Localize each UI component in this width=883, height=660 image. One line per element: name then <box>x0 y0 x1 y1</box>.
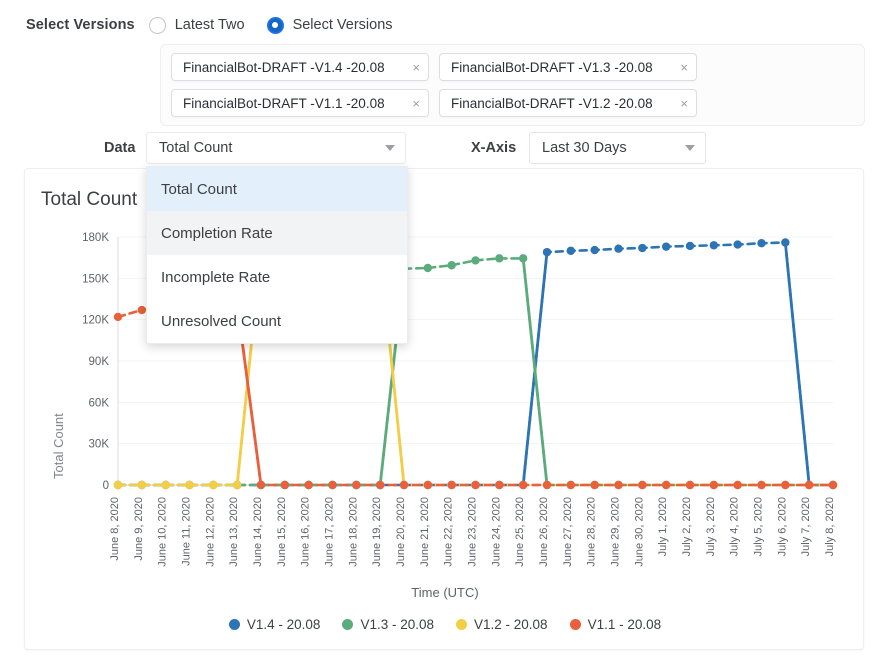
svg-text:July 8, 2020: July 8, 2020 <box>824 497 836 556</box>
chevron-down-icon[interactable] <box>685 145 695 151</box>
svg-text:July 2, 2020: July 2, 2020 <box>681 497 693 556</box>
close-icon[interactable]: × <box>412 96 420 111</box>
svg-text:120K: 120K <box>82 315 109 327</box>
svg-text:June 23, 2020: June 23, 2020 <box>467 497 479 567</box>
svg-text:June 24, 2020: June 24, 2020 <box>490 497 502 567</box>
xaxis-select-value: Last 30 Days <box>542 140 627 156</box>
svg-text:June 13, 2020: June 13, 2020 <box>228 497 240 567</box>
legend-label: V1.4 - 20.08 <box>246 617 321 632</box>
svg-text:June 9, 2020: June 9, 2020 <box>133 497 145 561</box>
svg-text:July 5, 2020: July 5, 2020 <box>753 497 765 556</box>
svg-text:June 17, 2020: June 17, 2020 <box>324 497 336 567</box>
close-icon[interactable]: × <box>680 60 688 75</box>
dropdown-item-label: Incomplete Rate <box>161 268 271 286</box>
version-chip[interactable]: FinancialBot-DRAFT -V1.3 -20.08 × <box>439 53 697 81</box>
radio-label-latest-two: Latest Two <box>174 17 245 33</box>
version-selector-label: Select Versions <box>26 17 135 33</box>
svg-text:June 16, 2020: June 16, 2020 <box>300 497 312 567</box>
svg-text:June 25, 2020: June 25, 2020 <box>514 497 526 567</box>
svg-text:June 21, 2020: June 21, 2020 <box>419 497 431 567</box>
svg-text:June 26, 2020: June 26, 2020 <box>538 497 550 567</box>
svg-text:July 7, 2020: July 7, 2020 <box>800 497 812 556</box>
svg-text:June 19, 2020: June 19, 2020 <box>371 497 383 567</box>
data-select-dropdown[interactable]: Total Count Completion Rate Incomplete R… <box>146 166 408 344</box>
svg-text:June 29, 2020: June 29, 2020 <box>610 497 622 567</box>
version-chip-label: FinancialBot-DRAFT -V1.3 -20.08 <box>451 59 653 75</box>
svg-text:June 10, 2020: June 10, 2020 <box>157 497 169 567</box>
version-chip-label: FinancialBot-DRAFT -V1.1 -20.08 <box>183 95 385 111</box>
close-icon[interactable]: × <box>412 60 420 75</box>
dropdown-item-completion-rate[interactable]: Completion Rate <box>147 211 407 255</box>
svg-text:30K: 30K <box>89 439 110 451</box>
selected-versions-panel: FinancialBot-DRAFT -V1.4 -20.08 × Financ… <box>160 44 865 126</box>
svg-text:June 11, 2020: June 11, 2020 <box>181 497 193 566</box>
radio-icon-select-versions[interactable] <box>266 16 284 34</box>
svg-text:June 27, 2020: June 27, 2020 <box>562 497 574 567</box>
radio-option-latest-two[interactable]: Latest Two <box>148 16 245 34</box>
version-chip-label: FinancialBot-DRAFT -V1.2 -20.08 <box>451 95 653 111</box>
data-select-value: Total Count <box>159 140 233 156</box>
version-chip[interactable]: FinancialBot-DRAFT -V1.4 -20.08 × <box>171 53 429 81</box>
svg-text:June 14, 2020: June 14, 2020 <box>252 497 264 567</box>
legend-item-v14[interactable]: V1.4 - 20.08 <box>228 617 321 632</box>
data-select-label: Data <box>104 140 136 156</box>
y-axis-title: Total Count <box>51 413 66 479</box>
svg-text:June 15, 2020: June 15, 2020 <box>276 497 288 567</box>
svg-text:June 28, 2020: June 28, 2020 <box>586 497 598 567</box>
version-chip[interactable]: FinancialBot-DRAFT -V1.2 -20.08 × <box>439 89 697 117</box>
version-radio-group: Latest Two Select Versions <box>148 16 415 34</box>
radio-label-select-versions: Select Versions <box>292 17 393 33</box>
legend-item-v11[interactable]: V1.1 - 20.08 <box>569 617 662 632</box>
svg-text:July 4, 2020: July 4, 2020 <box>729 497 741 556</box>
svg-text:July 1, 2020: July 1, 2020 <box>657 497 669 556</box>
svg-text:180K: 180K <box>82 232 109 244</box>
version-chip-label: FinancialBot-DRAFT -V1.4 -20.08 <box>183 59 385 75</box>
chart-controls-row: Data Total Count X-Axis Last 30 Days <box>0 130 883 170</box>
chart-legend: V1.4 - 20.08 V1.3 - 20.08 V1.2 - 20.08 V… <box>25 617 863 632</box>
legend-color-dot <box>569 619 581 630</box>
svg-text:June 18, 2020: June 18, 2020 <box>347 497 359 567</box>
svg-text:June 30, 2020: June 30, 2020 <box>633 497 645 567</box>
svg-text:June 12, 2020: June 12, 2020 <box>204 497 216 567</box>
radio-option-select-versions[interactable]: Select Versions <box>266 16 393 34</box>
legend-label: V1.3 - 20.08 <box>360 617 434 632</box>
legend-label: V1.1 - 20.08 <box>587 617 662 632</box>
svg-text:June 20, 2020: June 20, 2020 <box>395 497 407 567</box>
svg-text:0: 0 <box>103 480 109 492</box>
legend-item-v13[interactable]: V1.3 - 20.08 <box>342 617 434 632</box>
legend-color-dot <box>342 619 354 630</box>
legend-item-v12[interactable]: V1.2 - 20.08 <box>456 617 548 632</box>
svg-text:90K: 90K <box>89 356 110 368</box>
svg-text:60K: 60K <box>89 397 110 409</box>
xaxis-select[interactable]: Last 30 Days <box>529 132 706 164</box>
svg-text:150K: 150K <box>82 273 109 285</box>
data-select[interactable]: Total Count <box>146 132 406 164</box>
dropdown-item-incomplete-rate[interactable]: Incomplete Rate <box>147 255 407 299</box>
version-chip[interactable]: FinancialBot-DRAFT -V1.1 -20.08 × <box>171 89 429 117</box>
legend-color-dot <box>456 619 467 630</box>
legend-label: V1.2 - 20.08 <box>474 617 548 632</box>
xaxis-select-label: X-Axis <box>471 140 517 156</box>
close-icon[interactable]: × <box>680 96 688 111</box>
svg-text:July 6, 2020: July 6, 2020 <box>776 497 788 556</box>
dropdown-item-label: Completion Rate <box>161 224 273 242</box>
svg-text:June 8, 2020: June 8, 2020 <box>109 497 121 561</box>
radio-icon-latest-two[interactable] <box>148 16 166 34</box>
legend-color-dot <box>228 619 240 630</box>
svg-text:July 3, 2020: July 3, 2020 <box>705 497 717 556</box>
x-axis-title: Time (UTC) <box>411 585 479 600</box>
svg-text:June 22, 2020: June 22, 2020 <box>443 497 455 567</box>
chevron-down-icon[interactable] <box>385 145 395 151</box>
version-selector-row: Select Versions Latest Two Select Versio… <box>0 0 883 40</box>
dropdown-item-label: Unresolved Count <box>161 312 282 330</box>
dropdown-item-unresolved-count[interactable]: Unresolved Count <box>147 299 407 343</box>
dropdown-item-label: Total Count <box>161 180 237 198</box>
dropdown-item-total-count[interactable]: Total Count <box>147 167 407 211</box>
